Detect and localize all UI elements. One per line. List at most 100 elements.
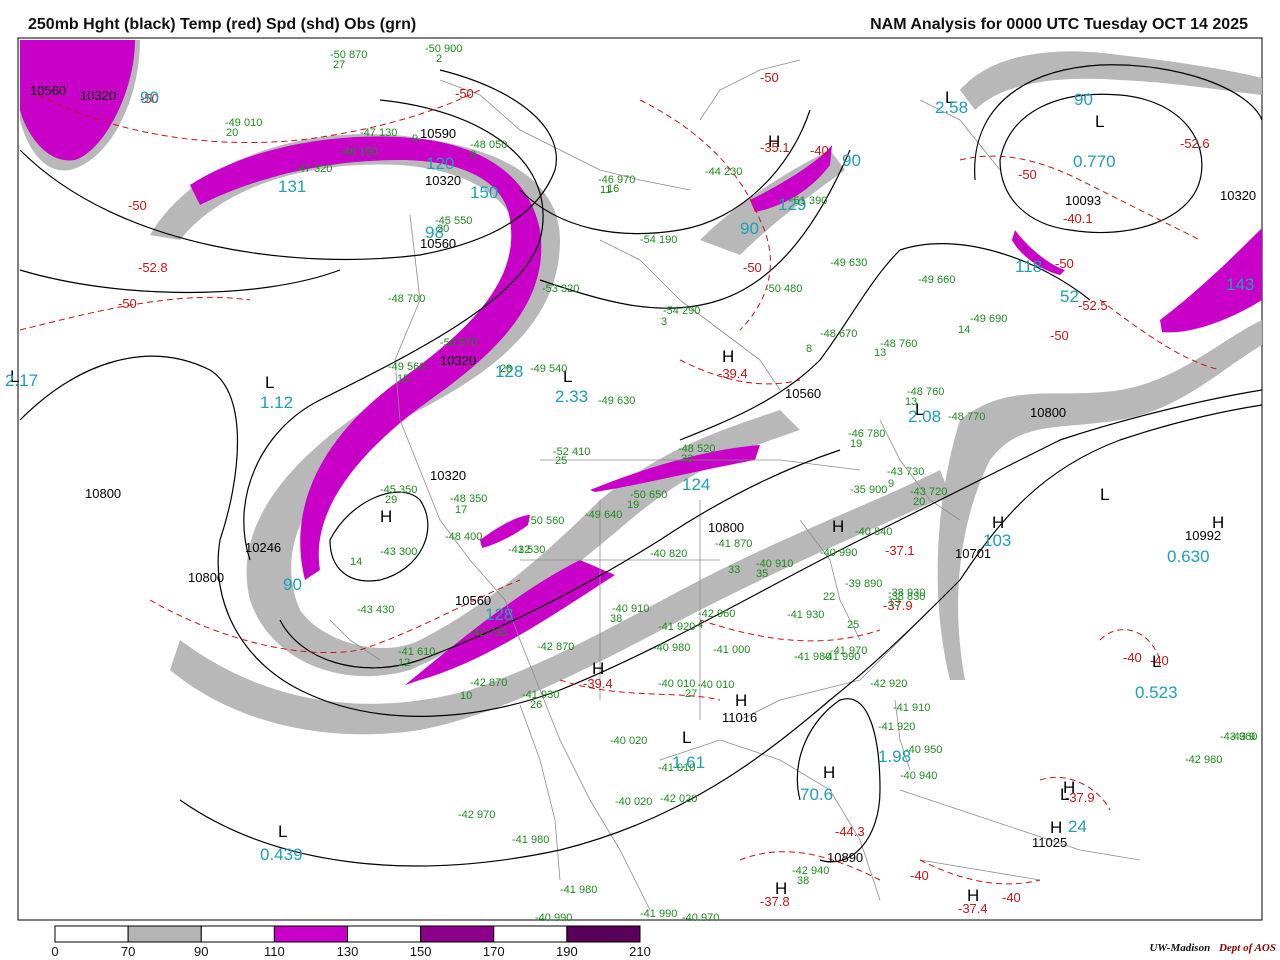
speed-colorbar: 0 70 90 110 130 150 170 190 210	[51, 925, 651, 959]
credit-institution: UW-Madison	[1149, 942, 1211, 954]
speed-label-1: 0.770	[1073, 152, 1116, 171]
station-obs-46: -40 820	[650, 548, 687, 560]
station-count-0: 27	[333, 59, 345, 71]
station-count-30: 38	[610, 613, 622, 625]
station-count-14: 19	[850, 438, 862, 450]
station-count-3: 9	[412, 133, 418, 145]
temp-label-15: -50	[1050, 328, 1069, 343]
station-count-2: 20	[226, 127, 238, 139]
speed-label-7: 0.630	[1167, 547, 1210, 566]
speed-label-12: 0.439	[260, 845, 303, 864]
colorbar-label-0: 0	[51, 944, 58, 959]
colorbar-label-8: 210	[629, 944, 651, 959]
station-count-35: 13	[888, 597, 900, 609]
station-count-22: 19	[627, 499, 639, 511]
pressure-center-17: H	[768, 132, 780, 151]
station-obs-3: -47 130	[360, 127, 397, 139]
speed-label-4: 2.33	[555, 387, 588, 406]
station-count-18: 17	[455, 504, 467, 516]
height-label-15: 10320	[1220, 188, 1256, 203]
station-obs-60: -42 920	[870, 678, 907, 690]
station-count-8: 11	[600, 184, 611, 196]
station-obs-43: -42 870	[537, 641, 574, 653]
height-label-20: 10590	[420, 126, 456, 141]
station-obs-6: -47 320	[295, 163, 332, 175]
speed-label-27: 90	[1074, 90, 1093, 109]
height-label-18: 11016	[722, 710, 757, 725]
pressure-center-5: L	[1095, 112, 1104, 131]
station-obs-77: -41 980	[560, 884, 597, 896]
station-obs-72: -40 020	[610, 735, 647, 747]
station-count-24: 14	[350, 556, 362, 568]
station-obs-13: -49 660	[918, 274, 955, 286]
station-obs-75: -42 970	[458, 809, 495, 821]
station-obs-1: -50 900	[425, 43, 462, 55]
station-obs-74: -42 020	[660, 793, 697, 805]
station-obs-79: -41 990	[640, 908, 677, 920]
station-count-17: 20	[913, 496, 925, 508]
pressure-center-19: H	[1050, 818, 1062, 837]
station-count-19: 29	[385, 494, 397, 506]
temp-label-16: -37.1	[885, 543, 915, 558]
station-obs-40: -43 430	[357, 604, 394, 616]
station-obs-56: -40 010	[697, 679, 734, 691]
pressure-center-13: H	[823, 763, 835, 782]
speed-label-6: 103	[983, 531, 1011, 550]
height-label-12: 10800	[1030, 405, 1066, 420]
station-obs-80: -40 970	[682, 912, 719, 924]
station-count-4: 8	[470, 149, 476, 161]
station-count-34: 25	[847, 619, 859, 631]
station-obs-11: -54 190	[640, 234, 677, 246]
station-count-12: 13	[874, 347, 886, 359]
station-obs-42: -42 730	[470, 627, 507, 639]
pressure-center-16: H	[592, 659, 604, 678]
temp-label-12: -50	[743, 260, 762, 275]
pressure-center-18: H	[1063, 778, 1075, 797]
colorbar-label-1: 70	[121, 944, 135, 959]
station-obs-53: -40 980	[653, 642, 690, 654]
station-obs-47: -41 870	[715, 538, 752, 550]
speed-label-2: 2.17	[5, 371, 38, 390]
station-obs-51: -42 960	[698, 608, 735, 620]
colorbar-segment-1	[127, 925, 202, 943]
speed-label-13: 24	[1068, 817, 1087, 836]
station-count-25: 12	[398, 657, 410, 669]
station-obs-14: -50 480	[765, 283, 802, 295]
station-obs-37: -49 640	[585, 509, 622, 521]
pressure-center-14: H	[992, 513, 1004, 532]
pressure-center-9: L	[1100, 485, 1109, 504]
height-label-2: 10320	[425, 173, 461, 188]
pressure-center-7: L	[682, 728, 691, 747]
colorbar-label-5: 150	[410, 944, 432, 959]
station-count-6: 3	[661, 316, 667, 328]
colorbar-segment-3	[273, 925, 348, 943]
pressure-center-8: L	[1152, 652, 1161, 671]
station-obs-78: -40 990	[535, 912, 572, 924]
station-obs-67: -40 840	[855, 526, 892, 538]
station-count-20: 25	[555, 455, 567, 467]
temp-label-25: -40	[1123, 650, 1142, 665]
station-obs-18: -49 690	[970, 313, 1007, 325]
pressure-center-20: H	[967, 886, 979, 905]
station-obs-68: -40 990	[820, 547, 857, 559]
station-obs-26: -48 770	[948, 411, 985, 423]
colorbar-label-2: 90	[194, 944, 208, 959]
station-obs-21: -50 570	[440, 337, 477, 349]
speed-label-10: 70.6	[800, 785, 833, 804]
height-label-6: 10800	[188, 570, 224, 585]
station-obs-73: -41 010	[658, 762, 695, 774]
station-obs-24: -49 540	[530, 363, 567, 375]
station-count-9: 28	[500, 363, 512, 375]
station-obs-52: -41 930	[787, 609, 824, 621]
speed-label-3: 1.12	[260, 393, 293, 412]
station-obs-31: -48 400	[445, 531, 482, 543]
speed-label-17: 90	[283, 575, 302, 594]
colorbar-segment-7	[566, 925, 641, 943]
station-obs-12: -49 630	[830, 257, 867, 269]
colorbar-label-6: 170	[483, 944, 505, 959]
temp-label-10: -52.6	[1180, 136, 1210, 151]
station-obs-10: -51 390	[790, 195, 827, 207]
station-obs-17: -48 670	[820, 328, 857, 340]
speed-label-5: 2.08	[908, 407, 941, 426]
station-obs-70: -42 980	[1185, 754, 1222, 766]
